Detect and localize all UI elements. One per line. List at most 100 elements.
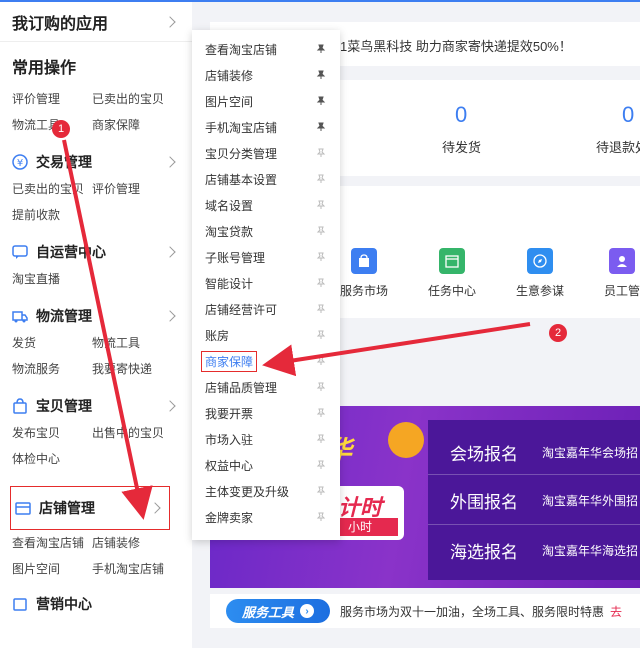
dropdown-item[interactable]: 淘宝贷款 (192, 218, 340, 244)
category-label: 交易管理 (36, 154, 92, 170)
pin-icon[interactable] (316, 200, 326, 210)
mascot-icon (388, 422, 424, 458)
stat-value[interactable]: 0 (455, 102, 467, 128)
category-link[interactable]: 提前收款 (12, 202, 92, 228)
stat-value[interactable]: 0 (622, 102, 634, 128)
dropdown-item[interactable]: 权益中心 (192, 452, 340, 478)
tool-service-market[interactable]: 服务市场 (340, 248, 388, 299)
banner-row-audition[interactable]: 海选报名 淘宝嘉年华海选招 (450, 538, 638, 563)
dropdown-item[interactable]: 账房 (192, 322, 340, 348)
category-items[interactable]: 宝贝管理 (12, 392, 180, 420)
common-link[interactable]: 已卖出的宝贝 (92, 86, 172, 112)
category-link[interactable]: 物流工具 (92, 330, 172, 356)
pin-icon[interactable] (316, 278, 326, 288)
tool-staff-management[interactable]: 员工管 (604, 248, 640, 299)
category-link[interactable]: 图片空间 (12, 556, 92, 582)
dropdown-item-label: 手机淘宝店铺 (205, 120, 278, 135)
dropdown-item[interactable]: 金牌卖家 (192, 504, 340, 530)
pin-icon[interactable] (316, 408, 326, 418)
pin-icon[interactable] (316, 122, 326, 132)
category-self-operation[interactable]: 自运营中心 (12, 238, 180, 266)
banner-row-venue[interactable]: 会场报名 淘宝嘉年华会场招 (450, 440, 638, 465)
dropdown-item-label: 我要开票 (205, 406, 254, 421)
pin-icon[interactable] (316, 226, 326, 236)
category-link[interactable]: 我要寄快递 (92, 356, 172, 382)
chevron-right-icon (164, 246, 176, 258)
service-tools-bar: 服务工具 › 服务市场为双十一加油，全场工具、服务限时特惠 去 (210, 594, 640, 628)
pin-icon[interactable] (316, 512, 326, 522)
category-link[interactable]: 手机淘宝店铺 (92, 556, 172, 582)
dropdown-item[interactable]: 主体变更及升级 (192, 478, 340, 504)
divider (428, 524, 640, 525)
dropdown-item-label: 主体变更及升级 (205, 484, 290, 499)
dropdown-item[interactable]: 手机淘宝店铺 (192, 114, 340, 140)
pin-icon[interactable] (316, 382, 326, 392)
tool-business-advisor[interactable]: 生意参谋 (516, 248, 564, 299)
dropdown-item[interactable]: 我要开票 (192, 400, 340, 426)
dropdown-item-label: 宝贝分类管理 (205, 146, 278, 161)
category-link[interactable]: 店铺装修 (92, 530, 172, 556)
pin-icon[interactable] (316, 70, 326, 80)
pin-icon[interactable] (316, 304, 326, 314)
pin-icon[interactable] (316, 252, 326, 262)
dropdown-item[interactable]: 宝贝分类管理 (192, 140, 340, 166)
pin-icon[interactable] (316, 330, 326, 340)
category-logistics[interactable]: 物流管理 (12, 302, 180, 330)
notice-text[interactable]: 1菜鸟黑科技 助力商家寄快递提效50%！ (340, 36, 572, 55)
dropdown-item[interactable]: 域名设置 (192, 192, 340, 218)
service-tools-badge[interactable]: 服务工具 › (226, 599, 330, 623)
dropdown-item-label: 权益中心 (205, 458, 254, 473)
category-link[interactable]: 评价管理 (92, 176, 172, 202)
pin-icon[interactable] (316, 96, 326, 106)
category-trade[interactable]: ¥ 交易管理 (12, 148, 180, 176)
dropdown-item[interactable]: 图片空间 (192, 88, 340, 114)
dropdown-item[interactable]: 查看淘宝店铺 (192, 36, 340, 62)
category-label: 营销中心 (36, 596, 92, 612)
category-link[interactable]: 发布宝贝 (12, 420, 92, 446)
category-label: 宝贝管理 (36, 398, 92, 414)
banner-row-peripheral[interactable]: 外围报名 淘宝嘉年华外围招 (450, 488, 638, 513)
dropdown-item-merchant-guarantee[interactable]: 商家保障 (192, 348, 340, 374)
tool-task-center[interactable]: 任务中心 (428, 248, 476, 299)
category-link[interactable]: 淘宝直播 (12, 266, 92, 292)
category-link[interactable]: 查看淘宝店铺 (12, 530, 92, 556)
category-link[interactable]: 物流服务 (12, 356, 92, 382)
dropdown-item-label: 淘宝贷款 (205, 224, 254, 239)
pin-icon[interactable] (316, 460, 326, 470)
pin-icon[interactable] (316, 434, 326, 444)
sidebar-header[interactable]: 我订购的应用 (0, 2, 192, 42)
common-link[interactable]: 商家保障 (92, 112, 172, 138)
tool-label: 任务中心 (428, 284, 477, 298)
pin-icon[interactable] (316, 356, 326, 366)
pin-icon[interactable] (316, 486, 326, 496)
service-go-link[interactable]: 去 (610, 603, 622, 620)
calendar-icon (439, 248, 465, 274)
dropdown-item[interactable]: 店铺经营许可 (192, 296, 340, 322)
common-link[interactable]: 评价管理 (12, 86, 92, 112)
dropdown-item-label: 店铺基本设置 (205, 172, 278, 187)
category-marketing[interactable]: 营销中心 (12, 590, 180, 618)
category-link[interactable]: 发货 (12, 330, 92, 356)
dropdown-item[interactable]: 店铺品质管理 (192, 374, 340, 400)
category-link[interactable]: 出售中的宝贝 (92, 420, 172, 446)
svg-text:¥: ¥ (17, 158, 23, 169)
dropdown-item[interactable]: 市场入驻 (192, 426, 340, 452)
dropdown-item[interactable]: 子账号管理 (192, 244, 340, 270)
chevron-right-icon (164, 310, 176, 322)
dropdown-item-label: 子账号管理 (205, 250, 266, 265)
pin-icon[interactable] (316, 174, 326, 184)
category-link[interactable]: 体检中心 (12, 446, 92, 472)
tool-label: 生意参谋 (516, 284, 565, 298)
pin-icon[interactable] (316, 148, 326, 158)
category-shop[interactable]: 店铺管理 (10, 486, 170, 530)
common-ops-title: 常用操作 (12, 60, 77, 77)
banner-row-desc: 淘宝嘉年华外围招 (542, 494, 639, 508)
pin-icon[interactable] (316, 44, 326, 54)
dropdown-item-label: 账房 (205, 328, 230, 343)
dropdown-item[interactable]: 店铺装修 (192, 62, 340, 88)
dropdown-item[interactable]: 智能设计 (192, 270, 340, 296)
dropdown-item[interactable]: 店铺基本设置 (192, 166, 340, 192)
dropdown-item-label: 查看淘宝店铺 (205, 42, 278, 57)
category-link[interactable]: 已卖出的宝贝 (12, 176, 92, 202)
compass-icon (527, 248, 553, 274)
